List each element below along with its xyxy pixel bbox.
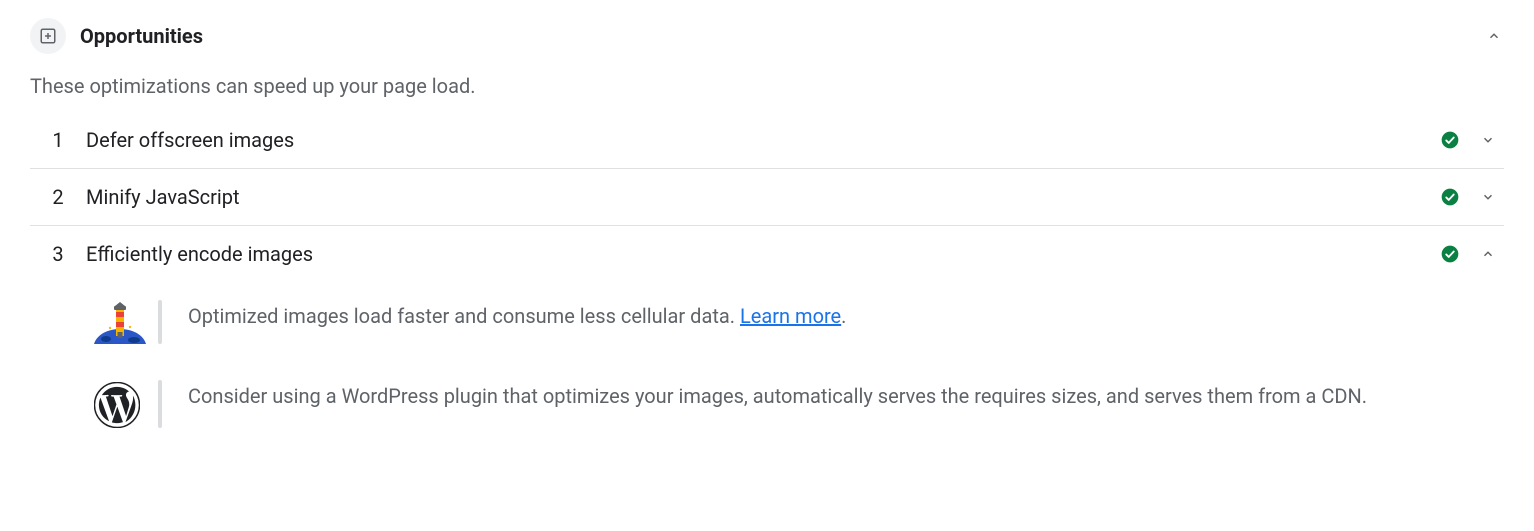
row-right <box>1440 130 1504 150</box>
row-right <box>1440 244 1504 264</box>
wordpress-icon <box>94 380 158 428</box>
detail-text-body: Optimized images load faster and consume… <box>188 304 740 328</box>
detail-divider <box>158 380 162 428</box>
chevron-down-icon[interactable] <box>1478 187 1498 207</box>
row-right <box>1440 187 1504 207</box>
chevron-up-icon[interactable] <box>1484 26 1504 46</box>
pass-check-icon <box>1440 244 1460 264</box>
opportunities-icon <box>30 18 66 54</box>
section-title: Opportunities <box>80 24 1470 48</box>
detail-text-period: . <box>841 304 846 328</box>
chevron-down-icon[interactable] <box>1478 130 1498 150</box>
lighthouse-icon <box>94 300 158 344</box>
opportunity-row-minify-js[interactable]: 2 Minify JavaScript <box>30 168 1504 225</box>
detail-text: Consider using a WordPress plugin that o… <box>188 380 1504 413</box>
opportunity-row-defer-offscreen[interactable]: 1 Defer offscreen images <box>30 112 1504 168</box>
detail-wordpress: Consider using a WordPress plugin that o… <box>30 362 1504 446</box>
detail-divider <box>158 300 162 344</box>
learn-more-link[interactable]: Learn more <box>740 304 841 328</box>
row-index: 3 <box>30 242 86 266</box>
pass-check-icon <box>1440 130 1460 150</box>
opportunities-section-header[interactable]: Opportunities <box>30 10 1504 62</box>
pass-check-icon <box>1440 187 1460 207</box>
opportunity-row-encode-images[interactable]: 3 Efficiently encode images <box>30 225 1504 282</box>
row-index: 2 <box>30 185 86 209</box>
detail-lighthouse: Optimized images load faster and consume… <box>30 282 1504 362</box>
row-title: Minify JavaScript <box>86 185 1440 209</box>
section-subtext: These optimizations can speed up your pa… <box>30 62 1504 112</box>
row-index: 1 <box>30 128 86 152</box>
chevron-up-icon[interactable] <box>1478 244 1498 264</box>
detail-text: Optimized images load faster and consume… <box>188 300 1504 333</box>
row-title: Defer offscreen images <box>86 128 1440 152</box>
row-title: Efficiently encode images <box>86 242 1440 266</box>
